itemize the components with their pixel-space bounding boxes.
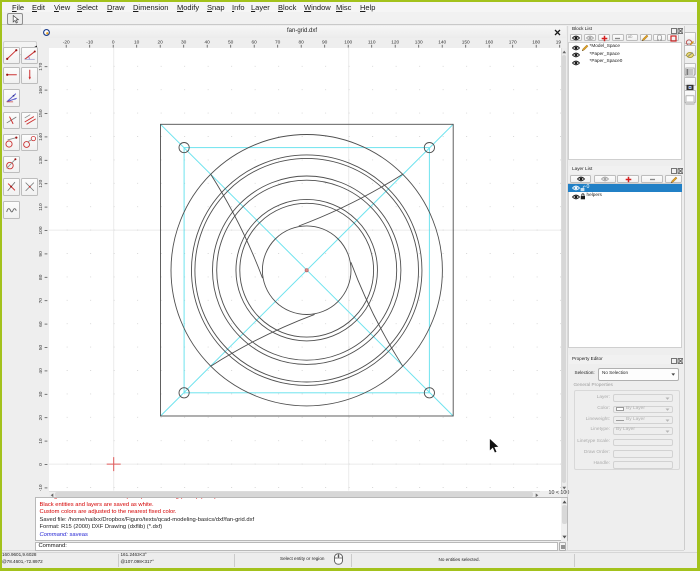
svg-text:100: 100 (38, 226, 44, 234)
svg-text:160: 160 (38, 86, 44, 94)
svg-text:120: 120 (38, 179, 44, 187)
svg-text:180: 180 (532, 40, 540, 46)
svg-text:170: 170 (38, 62, 44, 70)
svg-text:20: 20 (158, 40, 164, 46)
svg-text:80: 80 (299, 40, 305, 46)
svg-text:50: 50 (38, 345, 44, 351)
svg-text:-10: -10 (38, 484, 44, 491)
svg-text:20: 20 (38, 415, 44, 421)
svg-text:80: 80 (38, 274, 44, 280)
svg-text:130: 130 (415, 40, 423, 46)
svg-text:110: 110 (38, 203, 44, 211)
svg-text:60: 60 (38, 321, 44, 327)
svg-text:40: 40 (205, 40, 211, 46)
svg-text:50: 50 (228, 40, 234, 46)
svg-text:90: 90 (38, 251, 44, 257)
svg-text:170: 170 (509, 40, 517, 46)
svg-text:110: 110 (368, 40, 376, 46)
svg-text:-10: -10 (86, 40, 93, 46)
svg-text:60: 60 (252, 40, 258, 46)
svg-text:150: 150 (38, 109, 44, 117)
svg-text:10: 10 (134, 40, 140, 46)
svg-text:0: 0 (38, 463, 44, 466)
svg-text:10: 10 (38, 438, 44, 444)
svg-text:100: 100 (344, 40, 352, 46)
svg-text:190: 190 (556, 40, 561, 46)
svg-text:160: 160 (485, 40, 493, 46)
svg-text:120: 120 (391, 40, 399, 46)
svg-text:90: 90 (322, 40, 328, 46)
svg-text:0: 0 (112, 40, 115, 46)
svg-text:30: 30 (38, 391, 44, 397)
svg-text:40: 40 (38, 368, 44, 374)
svg-text:30: 30 (181, 40, 187, 46)
svg-text:130: 130 (38, 156, 44, 164)
svg-text:70: 70 (275, 40, 281, 46)
svg-text:-20: -20 (63, 40, 70, 46)
svg-text:70: 70 (38, 298, 44, 304)
svg-text:140: 140 (438, 40, 446, 46)
svg-text:140: 140 (38, 133, 44, 141)
svg-text:150: 150 (462, 40, 470, 46)
